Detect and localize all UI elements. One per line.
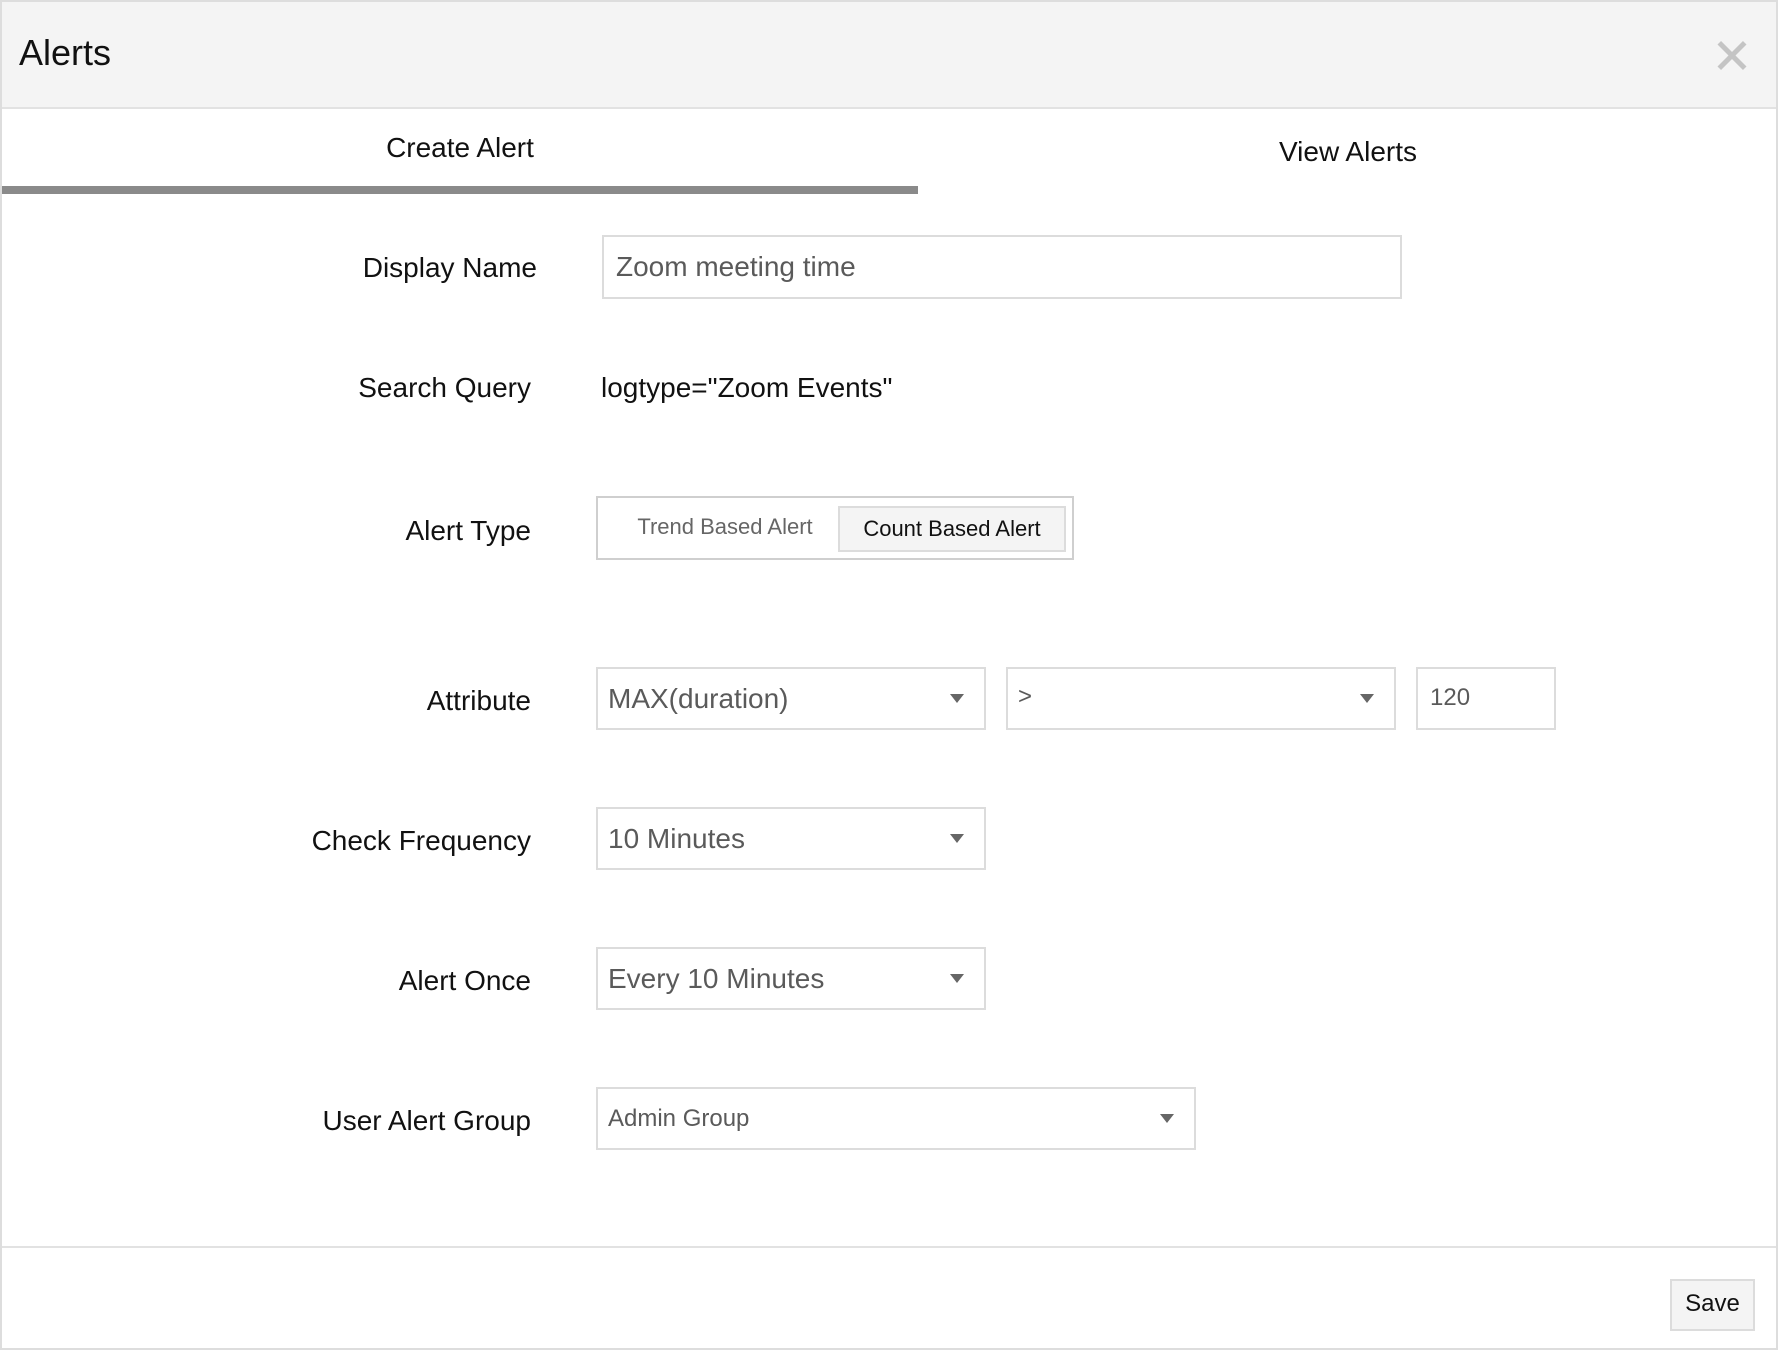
attribute-function-value: MAX(duration)	[608, 683, 789, 714]
tab-view-alerts[interactable]: View Alerts	[918, 111, 1778, 193]
check-frequency-select[interactable]: 10 Minutes	[596, 807, 986, 870]
alert-type-toggle: Trend Based Alert Count Based Alert	[596, 496, 1074, 560]
attribute-operator-value: >	[1018, 683, 1033, 710]
chevron-down-icon	[950, 834, 964, 843]
dialog-header: Alerts	[2, 2, 1776, 109]
attribute-threshold-value: 120	[1430, 684, 1471, 711]
trend-based-alert-option[interactable]: Trend Based Alert	[612, 506, 838, 552]
alert-type-label: Alert Type	[405, 515, 531, 546]
alerts-dialog: Alerts Create Alert View Alerts Display …	[0, 0, 1778, 1350]
check-frequency-label: Check Frequency	[311, 825, 531, 856]
display-name-value: Zoom meeting time	[616, 251, 856, 282]
footer-divider	[2, 1246, 1776, 1248]
display-name-input[interactable]: Zoom meeting time	[602, 235, 1402, 299]
tab-view-alerts-label: View Alerts	[1279, 136, 1417, 167]
user-alert-group-value: Admin Group	[608, 1105, 750, 1132]
tab-create-alert-label: Create Alert	[386, 132, 534, 163]
alert-once-select[interactable]: Every 10 Minutes	[596, 947, 986, 1010]
alert-once-value: Every 10 Minutes	[608, 963, 825, 994]
alert-once-label: Alert Once	[398, 965, 531, 996]
dialog-title: Alerts	[19, 32, 112, 73]
active-tab-indicator	[2, 186, 918, 194]
attribute-threshold-input[interactable]: 120	[1416, 667, 1556, 730]
save-button[interactable]: Save	[1670, 1279, 1755, 1331]
tab-bar: Create Alert View Alerts	[2, 111, 1778, 194]
user-alert-group-select[interactable]: Admin Group	[596, 1087, 1196, 1150]
search-query-label: Search Query	[358, 372, 531, 403]
check-frequency-value: 10 Minutes	[608, 823, 745, 854]
chevron-down-icon	[1160, 1114, 1174, 1123]
attribute-function-select[interactable]: MAX(duration)	[596, 667, 986, 730]
chevron-down-icon	[950, 694, 964, 703]
count-based-alert-option[interactable]: Count Based Alert	[838, 506, 1066, 552]
chevron-down-icon	[1360, 694, 1374, 703]
attribute-operator-select[interactable]: >	[1006, 667, 1396, 730]
attribute-label: Attribute	[426, 685, 531, 716]
chevron-down-icon	[950, 974, 964, 983]
tab-create-alert[interactable]: Create Alert	[2, 111, 918, 193]
display-name-label: Display Name	[362, 252, 537, 283]
close-icon[interactable]	[1712, 36, 1752, 76]
user-alert-group-label: User Alert Group	[322, 1105, 531, 1136]
search-query-value: logtype="Zoom Events"	[601, 372, 893, 403]
